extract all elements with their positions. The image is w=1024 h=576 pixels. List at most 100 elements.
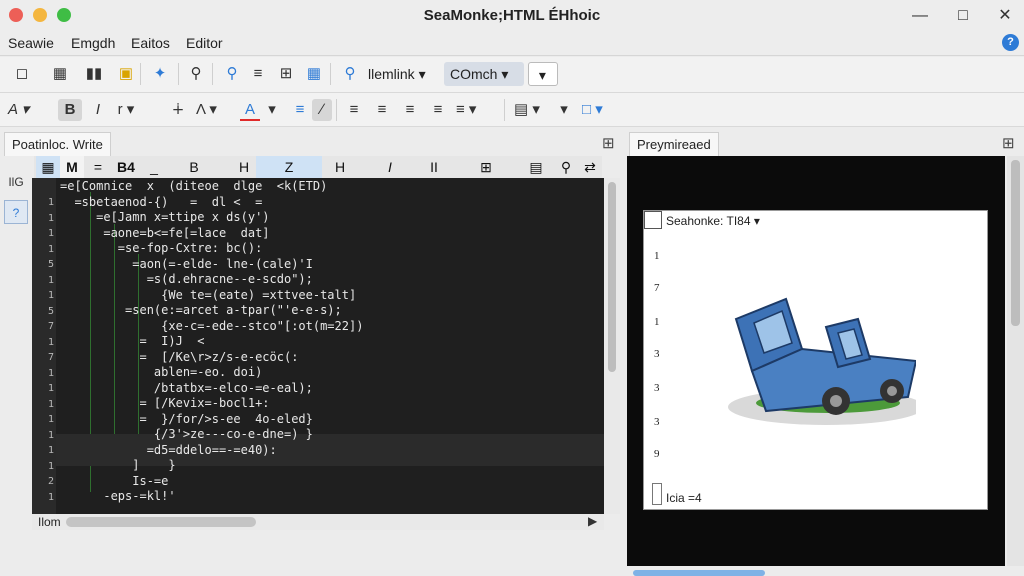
format-button[interactable]: B (182, 156, 206, 178)
link-dropdown[interactable]: llemlink ▾ (362, 62, 440, 86)
wand-icon[interactable]: ✦ (150, 63, 170, 85)
more-dropdown-icon[interactable]: ▾ (554, 99, 574, 121)
code-line: =se-fop-Cxtre: bc(): (60, 241, 263, 255)
list-icon[interactable]: ≡ (248, 63, 268, 85)
align-dropdown-icon[interactable]: ≡ ▾ (456, 99, 476, 121)
align-left-icon[interactable]: ≡ (344, 99, 364, 121)
link-icon[interactable]: ⚲ (340, 63, 360, 85)
superscript-icon[interactable]: Λ ▾ (196, 99, 217, 121)
main-toolbar: ◻ ▦ ▮▮ ▣ ✦ ⚲ ⚲ ≡ ⊞ ▦ ⚲ llemlink ▾ COmch … (0, 57, 1024, 93)
code-line: -eps-=kl!' (60, 489, 176, 503)
box-icon[interactable]: □ ▾ (582, 99, 603, 121)
format-button[interactable]: M (60, 156, 84, 178)
font-style-icon[interactable]: A ▾ (8, 99, 29, 121)
format-button[interactable]: = (86, 156, 110, 178)
code-line: /btatbx=-elco-=e-eal); (60, 380, 313, 395)
lock-icon[interactable]: ▣ (116, 63, 136, 85)
minimize-icon[interactable]: — (907, 4, 933, 28)
code-line: = I)J < (60, 334, 205, 348)
pin-icon[interactable]: ⊞ (1002, 134, 1015, 152)
line-number: 1 (47, 367, 54, 379)
code-line: Is-=e (60, 473, 169, 488)
code-editor[interactable]: 1 1 1 1 5 1 1 5 7 1 7 1 1 1 1 1 1 1 2 1 =e[Comnice x (diteo… (32, 178, 604, 514)
code-line: =s(d.ehracne--e-scdo"); (60, 272, 313, 286)
strike-icon[interactable]: r ▾ (116, 99, 136, 121)
menu-item[interactable]: Emgdh (71, 35, 115, 51)
menu-item[interactable]: Seawie (8, 35, 54, 51)
preview-line-number: 3 (654, 382, 660, 394)
text-color-icon[interactable]: A (240, 99, 260, 121)
page-icon[interactable]: ▤ ▾ (514, 99, 540, 121)
preview-hscroll-thumb[interactable] (633, 570, 765, 576)
format-button[interactable]: B4 (114, 156, 138, 178)
editor-horizontal-scrollbar[interactable]: Ilom ▶ (32, 514, 604, 530)
source-view-icon[interactable]: ▦ (36, 156, 60, 178)
close-icon[interactable]: ✕ (992, 4, 1018, 28)
menu-item[interactable]: Eaitos (131, 35, 170, 51)
align-center-icon[interactable]: ≡ (372, 99, 392, 121)
toolbar-separator (336, 99, 337, 121)
new-file-icon[interactable]: ◻ (12, 63, 32, 85)
table-icon[interactable]: ⊞ (474, 156, 498, 178)
preview-scroll-thumb[interactable] (1011, 160, 1020, 326)
image-icon[interactable]: ▦ (304, 63, 324, 85)
scroll-right-icon[interactable]: ▶ (588, 514, 597, 528)
page-corner-icon (644, 211, 662, 229)
indent-icon[interactable]: ∕ (312, 99, 332, 121)
code-line: = [/Ke\r>z/s-e-ecöc(: (60, 349, 299, 364)
format-button[interactable]: H (328, 156, 352, 178)
replace-icon[interactable]: ⇄ (578, 156, 602, 178)
preview-line-number: 1 (654, 250, 660, 262)
menu-bar: Seawie Emgdh Eaitos Editor (0, 32, 1024, 56)
split-dropdown[interactable]: ▾ (528, 62, 558, 86)
preview-scrollbar[interactable] (1007, 156, 1024, 566)
zoom-icon[interactable]: ⚲ (222, 63, 242, 85)
align-right-icon[interactable]: ≡ (400, 99, 420, 121)
line-number: 7 (47, 321, 54, 332)
editor-hscroll-thumb[interactable] (66, 517, 256, 527)
table-icon[interactable]: ⊞ (276, 63, 296, 85)
justify-icon[interactable]: ≡ (428, 99, 448, 121)
page-header-text: Seahonke: TI84 (666, 214, 751, 228)
format-button[interactable]: I (378, 156, 402, 178)
tab-preview[interactable]: Preymireaed (629, 132, 719, 156)
line-number: 1 (47, 445, 54, 456)
code-line: {We te=(eate) =xttvee-talt] (60, 287, 357, 302)
editor-vertical-scrollbar[interactable] (604, 178, 620, 514)
help-tool-icon[interactable]: ? (4, 200, 28, 224)
line-number: 1 (47, 290, 54, 301)
menu-item[interactable]: Editor (186, 35, 223, 51)
format-button[interactable]: Z (256, 156, 322, 178)
format-button[interactable]: II (422, 156, 446, 178)
line-number: 1 (47, 398, 54, 410)
format-button[interactable]: H (232, 156, 256, 178)
bullet-list-icon[interactable]: ≡ (290, 99, 310, 121)
open-file-icon[interactable]: ▦ (50, 63, 70, 85)
font-size-icon[interactable]: ∔ (168, 99, 188, 121)
tab-editor[interactable]: Poatinloc. Write (4, 132, 111, 156)
line-number: 1 (47, 274, 54, 286)
bold-icon[interactable]: B (58, 99, 82, 121)
car-illustration (728, 297, 916, 425)
save-icon[interactable]: ▮▮ (84, 63, 104, 85)
page-icon[interactable]: ▤ (524, 156, 548, 178)
line-number: 1 (47, 197, 54, 208)
search-icon[interactable]: ⚲ (554, 156, 578, 178)
format-button[interactable]: _ (142, 156, 166, 178)
text-color-dropdown-icon[interactable]: ▾ (262, 99, 282, 121)
code-line: ablen=-eo. doi) (60, 365, 263, 379)
italic-icon[interactable]: I (88, 99, 108, 121)
code-line: =d5=ddelo==-=e40): (60, 442, 277, 457)
editor-scroll-thumb[interactable] (608, 182, 616, 372)
line-number: 1 (47, 460, 54, 472)
style-dropdown[interactable]: COmch ▾ (444, 62, 524, 86)
help-icon[interactable]: ? (1002, 34, 1019, 51)
pin-icon[interactable]: ⊞ (602, 134, 615, 152)
search-icon[interactable]: ⚲ (186, 63, 206, 85)
toolbar-separator (178, 63, 179, 85)
left-panel-label: IlG (8, 175, 24, 189)
line-number: 1 (47, 491, 54, 503)
maximize-icon[interactable]: □ (950, 4, 976, 28)
toolbar-separator (504, 99, 505, 121)
